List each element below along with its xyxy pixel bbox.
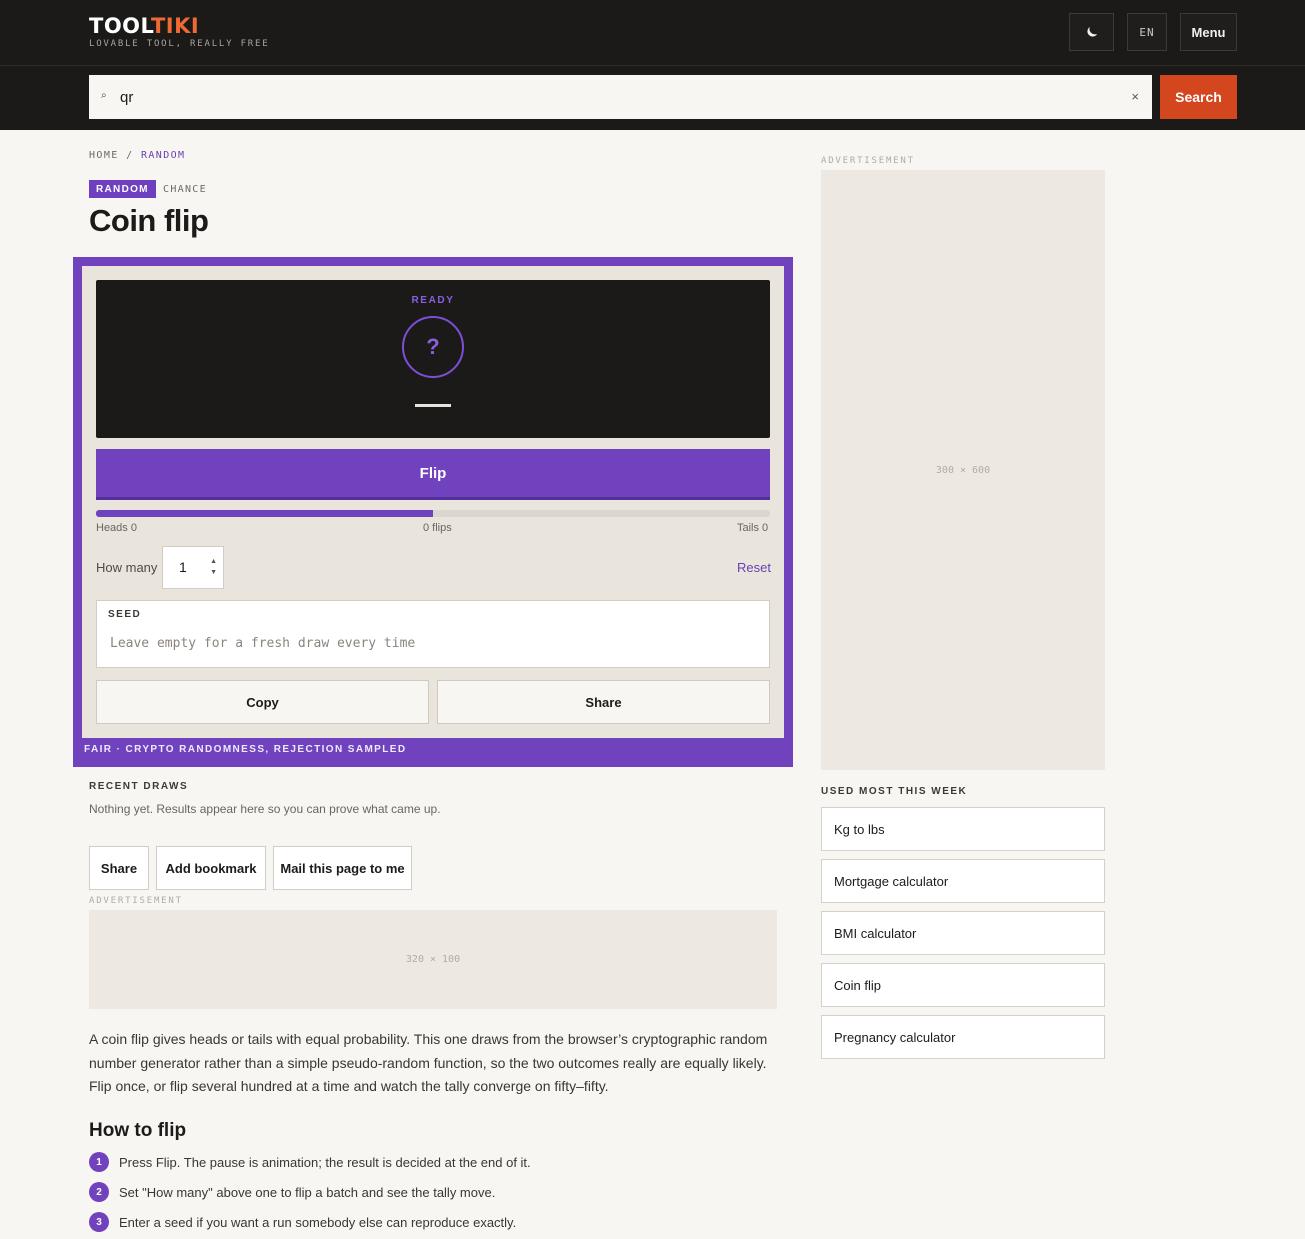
search-bar: ⌕ × xyxy=(89,75,1152,119)
seed-label: SEED xyxy=(108,609,142,620)
how-many-value[interactable]: 1 xyxy=(179,559,187,575)
how-to-heading: How to flip xyxy=(89,1120,187,1141)
how-to-step: 2 Set "How many" above one to flip a bat… xyxy=(89,1181,495,1203)
search-button[interactable]: Search xyxy=(1160,75,1237,119)
reset-link[interactable]: Reset xyxy=(737,560,771,575)
step-number: 1 xyxy=(89,1152,109,1172)
how-many-label: How many xyxy=(96,560,158,575)
menu-button[interactable]: Menu xyxy=(1180,13,1237,51)
popular-tool-link[interactable]: Pregnancy calculator xyxy=(821,1015,1105,1059)
how-to-step: 1 Press Flip. The pause is animation; th… xyxy=(89,1151,531,1173)
how-to-step: 3 Enter a seed if you want a run somebod… xyxy=(89,1211,516,1233)
tally-heads-fill xyxy=(96,510,433,517)
heads-count: Heads 0 xyxy=(96,522,137,534)
share-button[interactable]: Share xyxy=(89,846,149,890)
tails-count: Tails 0 xyxy=(737,522,769,534)
stepper-arrows-icon[interactable]: ▲ ▼ xyxy=(210,556,217,578)
site-logo[interactable]: TOOLTIKI xyxy=(89,14,199,38)
search-input[interactable] xyxy=(120,75,1100,119)
clear-search-icon[interactable]: × xyxy=(1131,89,1139,104)
ad-label-side: ADVERTISEMENT xyxy=(821,156,915,166)
language-button[interactable]: EN xyxy=(1127,13,1167,51)
seed-input[interactable] xyxy=(110,631,750,655)
result-placeholder xyxy=(415,404,451,407)
search-icon: ⌕ xyxy=(101,90,107,101)
recent-draws-empty: Nothing yet. Results appear here so you … xyxy=(89,802,441,816)
tally-bar xyxy=(96,510,770,517)
ad-slot-side[interactable]: 300 × 600 xyxy=(821,170,1105,770)
top-bar: TOOLTIKI LOVABLE TOOL, REALLY FREE EN Me… xyxy=(0,0,1305,130)
popular-tools-heading: USED MOST THIS WEEK xyxy=(821,786,968,797)
breadcrumb: HOME / RANDOM xyxy=(89,150,185,161)
flip-button[interactable]: Flip xyxy=(96,449,770,500)
breadcrumb-home[interactable]: HOME xyxy=(89,150,119,161)
mail-page-button[interactable]: Mail this page to me xyxy=(273,846,412,890)
ad-slot-inline[interactable]: 320 × 100 xyxy=(89,910,777,1009)
step-number: 3 xyxy=(89,1212,109,1232)
popular-tool-link[interactable]: BMI calculator xyxy=(821,911,1105,955)
recent-draws-heading: RECENT DRAWS xyxy=(89,781,189,792)
category-sub: CHANCE xyxy=(163,184,207,195)
popular-tool-link[interactable]: Coin flip xyxy=(821,963,1105,1007)
seed-field: SEED xyxy=(96,600,770,668)
step-text: Set "How many" above one to flip a batch… xyxy=(119,1184,496,1200)
fairness-note: FAIR · CRYPTO RANDOMNESS, REJECTION SAMP… xyxy=(84,744,407,755)
step-number: 2 xyxy=(89,1182,109,1202)
copy-button[interactable]: Copy xyxy=(96,680,429,724)
header-divider xyxy=(0,65,1305,66)
intro-paragraph: A coin flip gives heads or tails with eq… xyxy=(89,1031,768,1094)
step-text: Enter a seed if you want a run somebody … xyxy=(119,1214,517,1230)
breadcrumb-current[interactable]: RANDOM xyxy=(141,150,186,161)
ad-label-inline: ADVERTISEMENT xyxy=(89,896,183,906)
site-tagline: LOVABLE TOOL, REALLY FREE xyxy=(89,39,270,49)
add-bookmark-button[interactable]: Add bookmark xyxy=(156,846,266,890)
breadcrumb-separator: / xyxy=(126,150,134,161)
theme-toggle-button[interactable] xyxy=(1069,13,1114,51)
page-title: Coin flip xyxy=(89,203,209,238)
moon-icon xyxy=(1086,26,1097,37)
category-badge[interactable]: RANDOM xyxy=(89,180,156,198)
step-text: Press Flip. The pause is animation; the … xyxy=(119,1154,531,1170)
state-label: READY xyxy=(411,295,455,306)
flip-count: 0 flips xyxy=(423,522,452,534)
share-result-button[interactable]: Share xyxy=(437,680,770,724)
popular-tool-link[interactable]: Kg to lbs xyxy=(821,807,1105,851)
how-many-stepper[interactable]: 1 ▲ ▼ xyxy=(162,546,224,589)
coin-display: READY ? xyxy=(96,280,770,438)
popular-tool-link[interactable]: Mortgage calculator xyxy=(821,859,1105,903)
coin-icon: ? xyxy=(402,316,464,378)
